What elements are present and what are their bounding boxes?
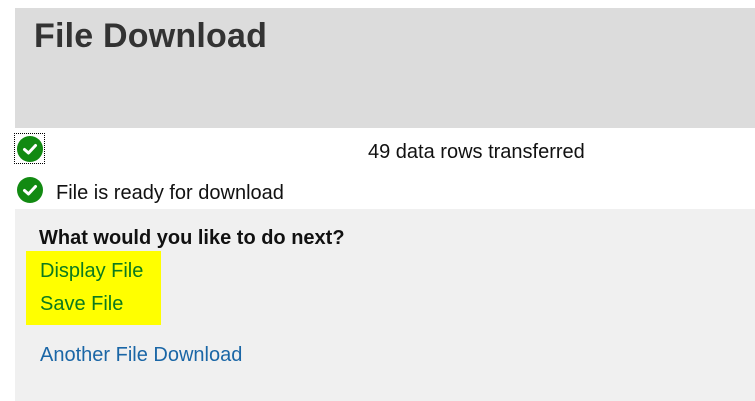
check-circle-icon[interactable] [17,136,43,162]
display-file-link[interactable]: Display File [40,260,143,283]
save-file-link[interactable]: Save File [40,293,123,316]
page-title: File Download [34,17,268,55]
page-header: File Download [15,8,755,128]
next-steps-panel: What would you like to do next? Display … [15,209,755,401]
ready-message-text: File is ready for download [56,182,284,204]
check-circle-icon [17,177,43,203]
another-file-download-link[interactable]: Another File Download [40,344,242,367]
next-steps-prompt: What would you like to do next? [39,227,345,249]
rows-transferred-text: 49 data rows transferred [368,141,585,163]
